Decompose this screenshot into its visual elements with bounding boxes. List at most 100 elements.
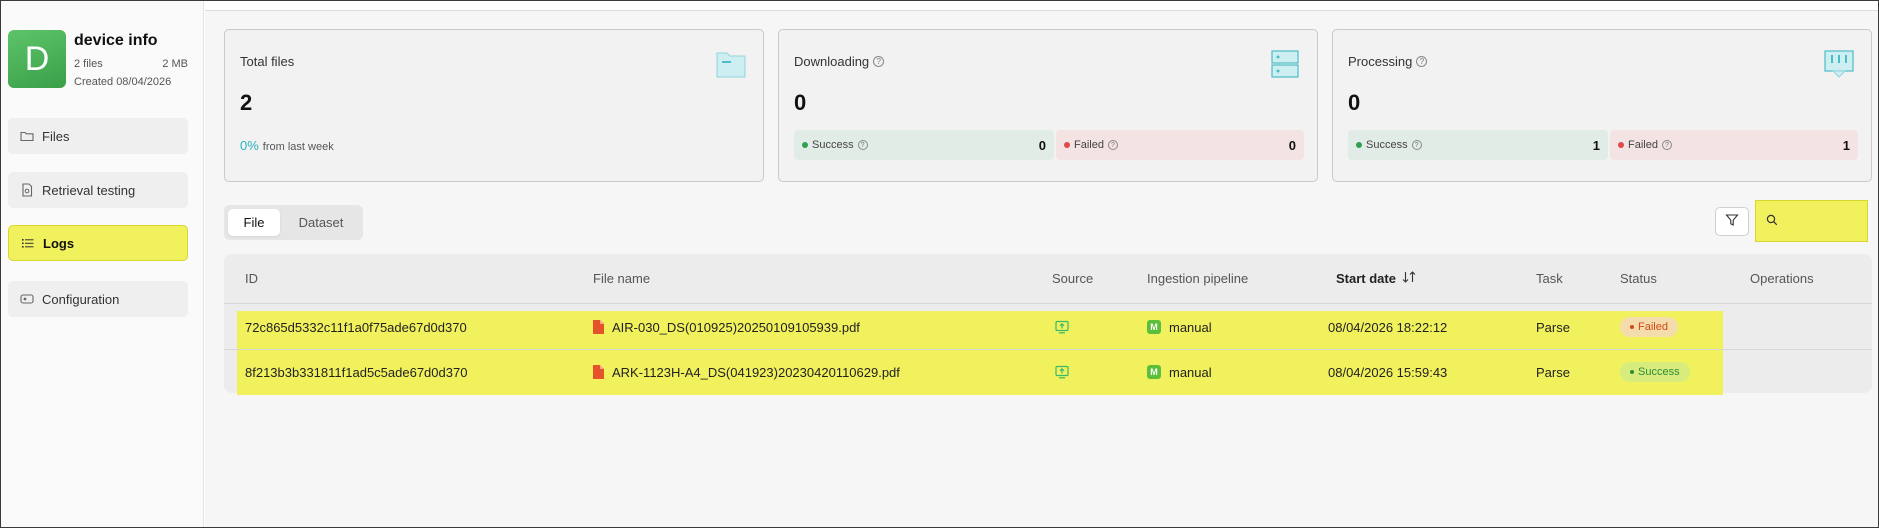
filter-button[interactable]	[1715, 207, 1749, 236]
folder-icon	[20, 129, 34, 143]
card-title: Processing ?	[1348, 54, 1428, 69]
table-row[interactable]: 72c865d5332c11f1a0f75ade67d0d370 AIR-030…	[224, 305, 1872, 349]
server-icon	[1269, 48, 1301, 80]
dataset-file-count: 2 files	[74, 58, 103, 70]
failed-value: 1	[1842, 137, 1850, 153]
failed-value: 0	[1288, 137, 1296, 153]
downloading-failed: Failed? 0	[1056, 130, 1304, 160]
failed-dot	[1064, 142, 1070, 148]
success-value: 1	[1592, 137, 1600, 153]
tab-file[interactable]: File	[228, 209, 280, 236]
sidebar-item-label: Retrieval testing	[42, 182, 136, 198]
sidebar-item-label: Files	[42, 128, 70, 144]
column-header-file-name: File name	[593, 271, 651, 286]
column-header-source: Source	[1052, 271, 1094, 286]
help-icon[interactable]: ?	[1411, 140, 1422, 150]
column-header-id: ID	[245, 271, 258, 286]
total-files-value: 2	[240, 90, 253, 115]
success-label: Success	[1366, 139, 1408, 151]
column-header-task: Task	[1536, 271, 1563, 286]
failed-dot	[1618, 142, 1624, 148]
total-files-card: Total files 2 0% from last week	[224, 29, 764, 182]
file-name: AIR-030_DS(010925)20250109105939.pdf	[612, 319, 860, 335]
search-box[interactable]	[1755, 200, 1868, 242]
sidebar-item-files[interactable]: Files	[8, 118, 188, 154]
processing-failed: Failed? 1	[1610, 130, 1858, 160]
dataset-avatar: D	[8, 30, 66, 88]
cell-source	[1055, 305, 1069, 349]
help-icon[interactable]: ?	[1661, 140, 1672, 150]
help-icon[interactable]: ?	[873, 56, 885, 67]
cell-status: Failed	[1620, 305, 1678, 349]
logs-table: ID File name Source Ingestion pipeline S…	[224, 254, 1872, 395]
table-header: ID File name Source Ingestion pipeline S…	[224, 254, 1872, 304]
dataset-title: device info	[74, 32, 158, 49]
processing-value: 0	[1348, 90, 1361, 115]
pipeline-name: manual	[1169, 319, 1212, 335]
column-header-status: Status	[1620, 271, 1657, 286]
column-header-start-date[interactable]: Start date	[1336, 271, 1416, 286]
local-upload-icon	[1055, 320, 1069, 334]
folder-icon	[715, 48, 747, 80]
column-header-pipeline: Ingestion pipeline	[1147, 271, 1249, 286]
pdf-icon	[593, 365, 604, 379]
success-dot	[1356, 142, 1362, 148]
sidebar-item-logs[interactable]: Logs	[8, 225, 188, 261]
cell-start-date: 08/04/2026 15:59:43	[1328, 364, 1448, 380]
start-date-label: Start date	[1336, 271, 1396, 286]
cell-task: Parse	[1536, 364, 1570, 380]
cell-status: Success	[1620, 350, 1690, 394]
pdf-icon	[593, 320, 604, 334]
downloading-value: 0	[794, 90, 807, 115]
cell-task: Parse	[1536, 319, 1570, 335]
list-icon	[21, 236, 35, 250]
trend-percent: 0%	[240, 138, 259, 153]
search-input[interactable]	[1784, 214, 1864, 228]
search-icon	[1766, 213, 1778, 229]
sort-icon[interactable]	[1402, 271, 1416, 286]
status-dot	[1630, 325, 1634, 329]
sidebar-item-label: Configuration	[42, 291, 120, 307]
cell-file-name[interactable]: AIR-030_DS(010925)20250109105939.pdf	[593, 305, 860, 349]
pipeline-badge-icon: M	[1147, 365, 1161, 379]
config-icon	[20, 292, 34, 306]
log-type-tabs: File Dataset	[224, 205, 363, 240]
dataset-header: D device info 2 files 2 MB Created 08/04…	[8, 30, 188, 90]
processing-success: Success? 1	[1348, 130, 1608, 160]
dataset-size: 2 MB	[162, 58, 188, 70]
success-label: Success	[812, 139, 854, 151]
tab-dataset[interactable]: Dataset	[286, 209, 356, 236]
status-text: Failed	[1638, 321, 1668, 333]
cell-pipeline: M manual	[1147, 350, 1212, 394]
local-upload-icon	[1055, 365, 1069, 379]
sidebar-item-retrieval-testing[interactable]: Retrieval testing	[8, 172, 188, 208]
table-row[interactable]: 8f213b3b331811f1ad5c5ade67d0d370 ARK-112…	[224, 349, 1872, 393]
failed-label: Failed	[1628, 139, 1658, 151]
column-header-operations: Operations	[1750, 271, 1814, 286]
status-text: Success	[1638, 366, 1680, 378]
status-badge: Success	[1620, 362, 1690, 382]
processing-title: Processing	[1348, 54, 1413, 69]
status-dot	[1630, 370, 1634, 374]
processing-card: Processing ? 0 Success? 1 Failed? 1	[1332, 29, 1872, 182]
cell-start-date: 08/04/2026 18:22:12	[1328, 319, 1448, 335]
divider	[205, 10, 1878, 11]
help-icon[interactable]: ?	[1416, 56, 1428, 67]
card-title: Total files	[240, 54, 294, 69]
file-name: ARK-1123H-A4_DS(041923)20230420110629.pd…	[612, 364, 900, 380]
help-icon[interactable]: ?	[1107, 140, 1118, 150]
dataset-created: Created 08/04/2026	[74, 76, 172, 88]
cell-id: 8f213b3b331811f1ad5c5ade67d0d370	[245, 364, 468, 380]
trend-text: from last week	[262, 141, 334, 153]
sidebar-item-configuration[interactable]: Configuration	[8, 281, 188, 317]
processing-icon	[1823, 48, 1855, 80]
success-value: 0	[1038, 137, 1046, 153]
total-files-title: Total files	[240, 54, 295, 69]
total-files-trend: 0% from last week	[240, 138, 334, 153]
help-icon[interactable]: ?	[857, 140, 868, 150]
downloading-card: Downloading ? 0 Success? 0 Failed? 0	[778, 29, 1318, 182]
pipeline-name: manual	[1169, 364, 1212, 380]
sidebar-item-label: Logs	[43, 235, 75, 251]
document-search-icon	[20, 183, 34, 197]
cell-file-name[interactable]: ARK-1123H-A4_DS(041923)20230420110629.pd…	[593, 350, 900, 394]
